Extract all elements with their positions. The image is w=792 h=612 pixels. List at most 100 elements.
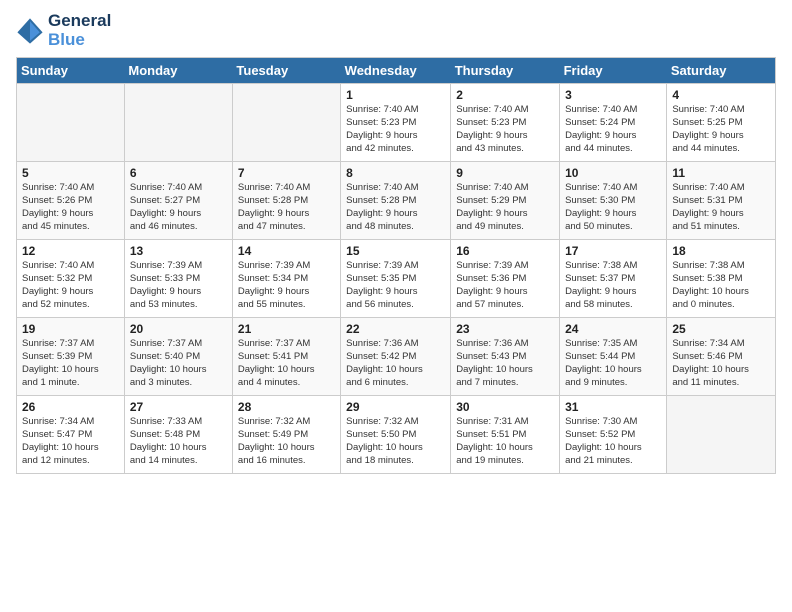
day-info: Sunrise: 7:38 AM Sunset: 5:37 PM Dayligh… (565, 260, 661, 311)
day-info: Sunrise: 7:32 AM Sunset: 5:50 PM Dayligh… (346, 416, 445, 467)
day-number: 13 (130, 244, 227, 258)
weekday-saturday: Saturday (667, 58, 776, 84)
calendar-cell (124, 84, 232, 162)
weekday-sunday: Sunday (17, 58, 125, 84)
day-number: 23 (456, 322, 554, 336)
week-row-5: 26 Sunrise: 7:34 AM Sunset: 5:47 PM Dayli… (17, 396, 776, 474)
calendar-cell: 18Sunrise: 7:38 AM Sunset: 5:38 PM Dayli… (667, 240, 776, 318)
day-number: 3 (565, 88, 661, 102)
calendar-cell: 31 Sunrise: 7:30 AM Sunset: 5:52 PM Dayli… (560, 396, 667, 474)
weekday-thursday: Thursday (451, 58, 560, 84)
day-info: Sunrise: 7:33 AM Sunset: 5:48 PM Dayligh… (130, 416, 227, 467)
day-info: Sunrise: 7:40 AM Sunset: 5:24 PM Dayligh… (565, 104, 661, 155)
day-number: 21 (238, 322, 335, 336)
week-row-1: 1 Sunrise: 7:40 AM Sunset: 5:23 PM Daylig… (17, 84, 776, 162)
calendar-cell: 2 Sunrise: 7:40 AM Sunset: 5:23 PM Daylig… (451, 84, 560, 162)
day-info: Sunrise: 7:39 AM Sunset: 5:36 PM Dayligh… (456, 260, 554, 311)
day-info: Sunrise: 7:37 AM Sunset: 5:39 PM Dayligh… (22, 338, 119, 389)
day-number: 20 (130, 322, 227, 336)
calendar-cell: 21 Sunrise: 7:37 AM Sunset: 5:41 PM Dayli… (232, 318, 340, 396)
calendar-cell: 30 Sunrise: 7:31 AM Sunset: 5:51 PM Dayli… (451, 396, 560, 474)
calendar-cell (232, 84, 340, 162)
weekday-header-row: SundayMondayTuesdayWednesdayThursdayFrid… (17, 58, 776, 84)
day-info: Sunrise: 7:40 AM Sunset: 5:29 PM Dayligh… (456, 182, 554, 233)
calendar-cell: 24 Sunrise: 7:35 AM Sunset: 5:44 PM Dayli… (560, 318, 667, 396)
day-info: Sunrise: 7:31 AM Sunset: 5:51 PM Dayligh… (456, 416, 554, 467)
calendar-cell: 19 Sunrise: 7:37 AM Sunset: 5:39 PM Dayli… (17, 318, 125, 396)
day-info: Sunrise: 7:39 AM Sunset: 5:33 PM Dayligh… (130, 260, 227, 311)
day-number: 9 (456, 166, 554, 180)
day-info: Sunrise: 7:30 AM Sunset: 5:52 PM Dayligh… (565, 416, 661, 467)
day-number: 5 (22, 166, 119, 180)
logo: General Blue (16, 12, 111, 49)
calendar-cell: 13 Sunrise: 7:39 AM Sunset: 5:33 PM Dayli… (124, 240, 232, 318)
day-number: 7 (238, 166, 335, 180)
calendar-cell: 7 Sunrise: 7:40 AM Sunset: 5:28 PM Daylig… (232, 162, 340, 240)
week-row-3: 12 Sunrise: 7:40 AM Sunset: 5:32 PM Dayli… (17, 240, 776, 318)
day-number: 19 (22, 322, 119, 336)
calendar-cell: 6Sunrise: 7:40 AM Sunset: 5:27 PM Daylig… (124, 162, 232, 240)
calendar: SundayMondayTuesdayWednesdayThursdayFrid… (16, 57, 776, 474)
calendar-cell: 29 Sunrise: 7:32 AM Sunset: 5:50 PM Dayli… (341, 396, 451, 474)
page-container: General Blue SundayMondayTuesdayWednesda… (0, 0, 792, 482)
logo-text: General Blue (48, 12, 111, 49)
calendar-cell: 16 Sunrise: 7:39 AM Sunset: 5:36 PM Dayli… (451, 240, 560, 318)
day-number: 11 (672, 166, 770, 180)
day-number: 16 (456, 244, 554, 258)
calendar-cell: 9 Sunrise: 7:40 AM Sunset: 5:29 PM Daylig… (451, 162, 560, 240)
day-info: Sunrise: 7:32 AM Sunset: 5:49 PM Dayligh… (238, 416, 335, 467)
day-info: Sunrise: 7:40 AM Sunset: 5:23 PM Dayligh… (456, 104, 554, 155)
day-info: Sunrise: 7:37 AM Sunset: 5:41 PM Dayligh… (238, 338, 335, 389)
header: General Blue (16, 12, 776, 49)
day-number: 14 (238, 244, 335, 258)
calendar-cell: 26 Sunrise: 7:34 AM Sunset: 5:47 PM Dayli… (17, 396, 125, 474)
day-number: 6 (130, 166, 227, 180)
calendar-cell: 12 Sunrise: 7:40 AM Sunset: 5:32 PM Dayli… (17, 240, 125, 318)
day-info: Sunrise: 7:40 AM Sunset: 5:23 PM Dayligh… (346, 104, 445, 155)
day-info: Sunrise: 7:39 AM Sunset: 5:34 PM Dayligh… (238, 260, 335, 311)
calendar-cell: 17Sunrise: 7:38 AM Sunset: 5:37 PM Dayli… (560, 240, 667, 318)
day-info: Sunrise: 7:40 AM Sunset: 5:28 PM Dayligh… (238, 182, 335, 233)
day-info: Sunrise: 7:40 AM Sunset: 5:28 PM Dayligh… (346, 182, 445, 233)
day-number: 15 (346, 244, 445, 258)
day-number: 31 (565, 400, 661, 414)
calendar-cell: 28 Sunrise: 7:32 AM Sunset: 5:49 PM Dayli… (232, 396, 340, 474)
calendar-cell: 11 Sunrise: 7:40 AM Sunset: 5:31 PM Dayli… (667, 162, 776, 240)
week-row-2: 5Sunrise: 7:40 AM Sunset: 5:26 PM Daylig… (17, 162, 776, 240)
day-info: Sunrise: 7:40 AM Sunset: 5:32 PM Dayligh… (22, 260, 119, 311)
calendar-cell: 5Sunrise: 7:40 AM Sunset: 5:26 PM Daylig… (17, 162, 125, 240)
calendar-cell: 27Sunrise: 7:33 AM Sunset: 5:48 PM Dayli… (124, 396, 232, 474)
day-number: 26 (22, 400, 119, 414)
calendar-cell: 25 Sunrise: 7:34 AM Sunset: 5:46 PM Dayli… (667, 318, 776, 396)
day-info: Sunrise: 7:37 AM Sunset: 5:40 PM Dayligh… (130, 338, 227, 389)
week-row-4: 19 Sunrise: 7:37 AM Sunset: 5:39 PM Dayli… (17, 318, 776, 396)
day-info: Sunrise: 7:40 AM Sunset: 5:30 PM Dayligh… (565, 182, 661, 233)
day-info: Sunrise: 7:35 AM Sunset: 5:44 PM Dayligh… (565, 338, 661, 389)
calendar-cell: 20 Sunrise: 7:37 AM Sunset: 5:40 PM Dayli… (124, 318, 232, 396)
day-info: Sunrise: 7:34 AM Sunset: 5:47 PM Dayligh… (22, 416, 119, 467)
day-number: 25 (672, 322, 770, 336)
day-number: 28 (238, 400, 335, 414)
calendar-cell: 10Sunrise: 7:40 AM Sunset: 5:30 PM Dayli… (560, 162, 667, 240)
day-info: Sunrise: 7:40 AM Sunset: 5:31 PM Dayligh… (672, 182, 770, 233)
calendar-cell: 1 Sunrise: 7:40 AM Sunset: 5:23 PM Daylig… (341, 84, 451, 162)
logo-icon (16, 17, 44, 45)
calendar-cell: 15Sunrise: 7:39 AM Sunset: 5:35 PM Dayli… (341, 240, 451, 318)
day-number: 12 (22, 244, 119, 258)
calendar-cell: 23 Sunrise: 7:36 AM Sunset: 5:43 PM Dayli… (451, 318, 560, 396)
day-info: Sunrise: 7:36 AM Sunset: 5:43 PM Dayligh… (456, 338, 554, 389)
calendar-cell (667, 396, 776, 474)
weekday-friday: Friday (560, 58, 667, 84)
calendar-cell: 3 Sunrise: 7:40 AM Sunset: 5:24 PM Daylig… (560, 84, 667, 162)
day-number: 2 (456, 88, 554, 102)
weekday-tuesday: Tuesday (232, 58, 340, 84)
day-info: Sunrise: 7:40 AM Sunset: 5:25 PM Dayligh… (672, 104, 770, 155)
day-info: Sunrise: 7:34 AM Sunset: 5:46 PM Dayligh… (672, 338, 770, 389)
day-number: 24 (565, 322, 661, 336)
day-number: 30 (456, 400, 554, 414)
weekday-wednesday: Wednesday (341, 58, 451, 84)
day-number: 29 (346, 400, 445, 414)
day-number: 4 (672, 88, 770, 102)
day-info: Sunrise: 7:38 AM Sunset: 5:38 PM Dayligh… (672, 260, 770, 311)
day-number: 1 (346, 88, 445, 102)
